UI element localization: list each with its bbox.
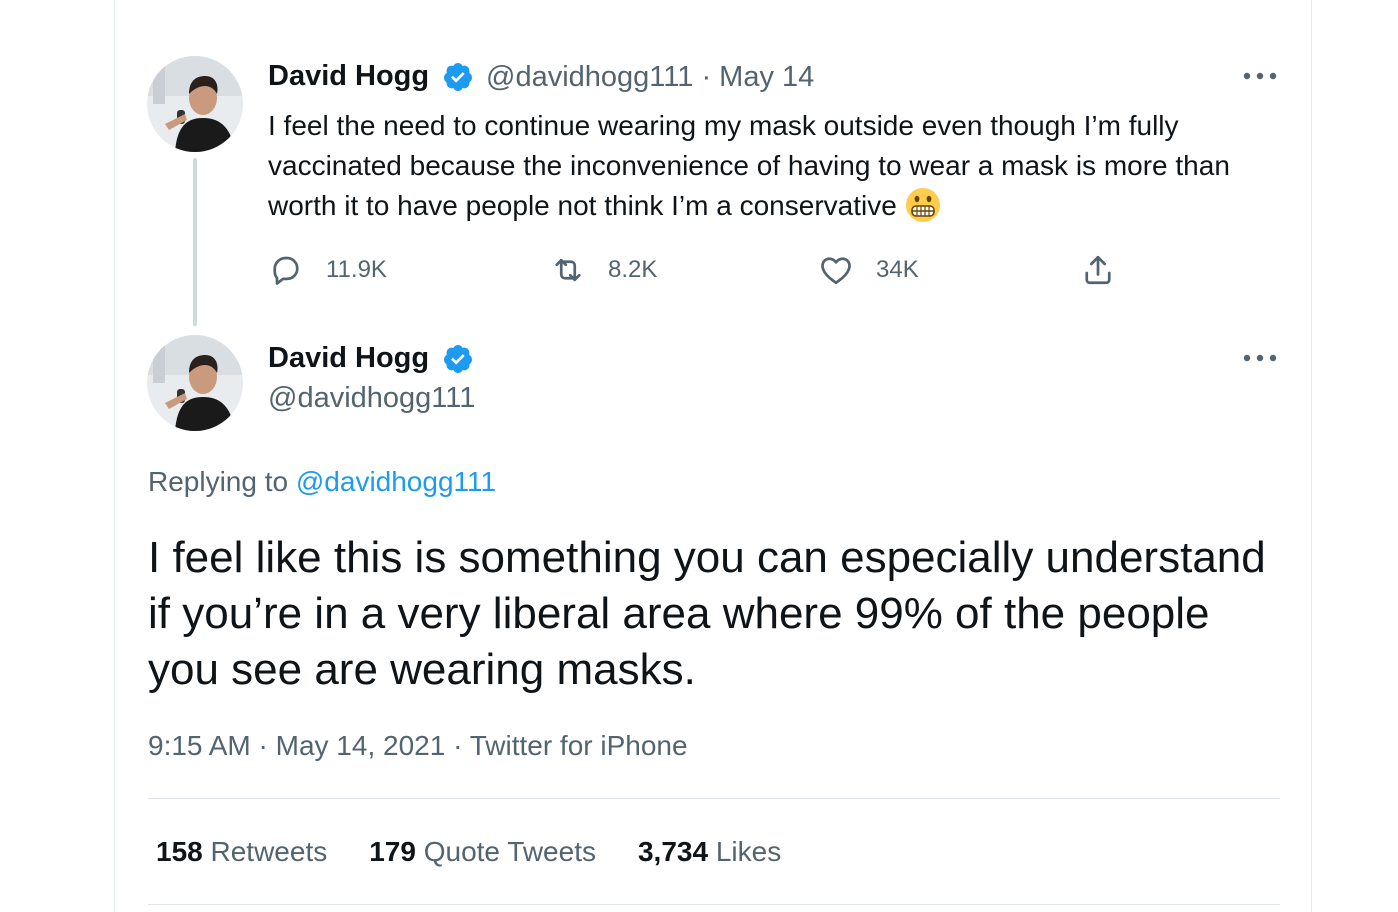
avatar[interactable] <box>147 335 243 431</box>
tweet-source[interactable]: Twitter for iPhone <box>470 730 688 761</box>
quote-tweets-count: 179 <box>369 836 416 867</box>
tweet-meta: 9:15 AM · May 14, 2021 · Twitter for iPh… <box>148 730 688 762</box>
tweet-date[interactable]: May 14 <box>719 61 814 93</box>
verified-badge-icon <box>443 345 472 373</box>
tweet-text: I feel the need to continue wearing my m… <box>268 106 1278 226</box>
likes-stat[interactable]: 3,734 Likes <box>638 836 781 868</box>
divider <box>148 798 1280 799</box>
retweet-action[interactable]: 8.2K <box>550 250 657 290</box>
author-handle[interactable]: @davidhogg111 <box>486 61 693 93</box>
tweet-handle-and-date: @davidhogg111 · May 14 <box>486 61 814 94</box>
quote-tweets-label: Quote Tweets <box>423 836 596 867</box>
reply-action[interactable]: 11.9K <box>268 250 387 290</box>
avatar-photo <box>147 335 243 431</box>
replying-to-link[interactable]: @davidhogg111 <box>296 466 496 497</box>
retweets-count: 158 <box>156 836 203 867</box>
reply-icon <box>273 256 299 285</box>
avatar[interactable] <box>147 56 243 152</box>
retweets-label: Retweets <box>210 836 328 867</box>
retweet-icon <box>555 258 581 282</box>
tweet-time[interactable]: 9:15 AM <box>148 730 251 761</box>
share-icon <box>1085 255 1111 285</box>
more-options-icon[interactable] <box>1242 351 1278 365</box>
avatar-photo <box>147 56 243 152</box>
separator-dot: · <box>701 61 712 93</box>
thread-connector-line <box>193 158 197 326</box>
separator-dot: · <box>453 730 463 761</box>
quote-tweets-stat[interactable]: 179 Quote Tweets <box>369 836 596 868</box>
tweet-full-date[interactable]: May 14, 2021 <box>276 730 446 761</box>
replying-prefix: Replying to <box>148 466 289 497</box>
likes-label: Likes <box>715 836 782 867</box>
likes-count: 3,734 <box>637 836 709 867</box>
like-count: 34K <box>876 256 919 283</box>
author-name[interactable]: David Hogg <box>268 60 429 93</box>
grimacing-face-icon <box>905 188 940 222</box>
main-tweet-text: I feel like this is something you can es… <box>148 533 1266 694</box>
tweet-body: I feel the need to continue wearing my m… <box>268 110 1230 221</box>
replying-to: Replying to @davidhogg111 <box>148 466 496 498</box>
like-action[interactable]: 34K <box>818 250 919 290</box>
retweet-count: 8.2K <box>608 256 658 283</box>
verified-badge-icon <box>443 63 472 91</box>
divider <box>148 904 1280 905</box>
author-name[interactable]: David Hogg <box>268 342 429 375</box>
author-handle[interactable]: @davidhogg111 <box>268 382 475 415</box>
more-options-icon[interactable] <box>1242 69 1278 83</box>
share-action[interactable] <box>1080 250 1116 290</box>
reply-count: 11.9K <box>326 256 387 283</box>
engagement-stats: 158 Retweets 179 Quote Tweets 3,734 Like… <box>156 836 781 868</box>
heart-icon <box>821 257 851 285</box>
separator-dot: · <box>258 730 268 761</box>
retweets-stat[interactable]: 158 Retweets <box>156 836 327 868</box>
